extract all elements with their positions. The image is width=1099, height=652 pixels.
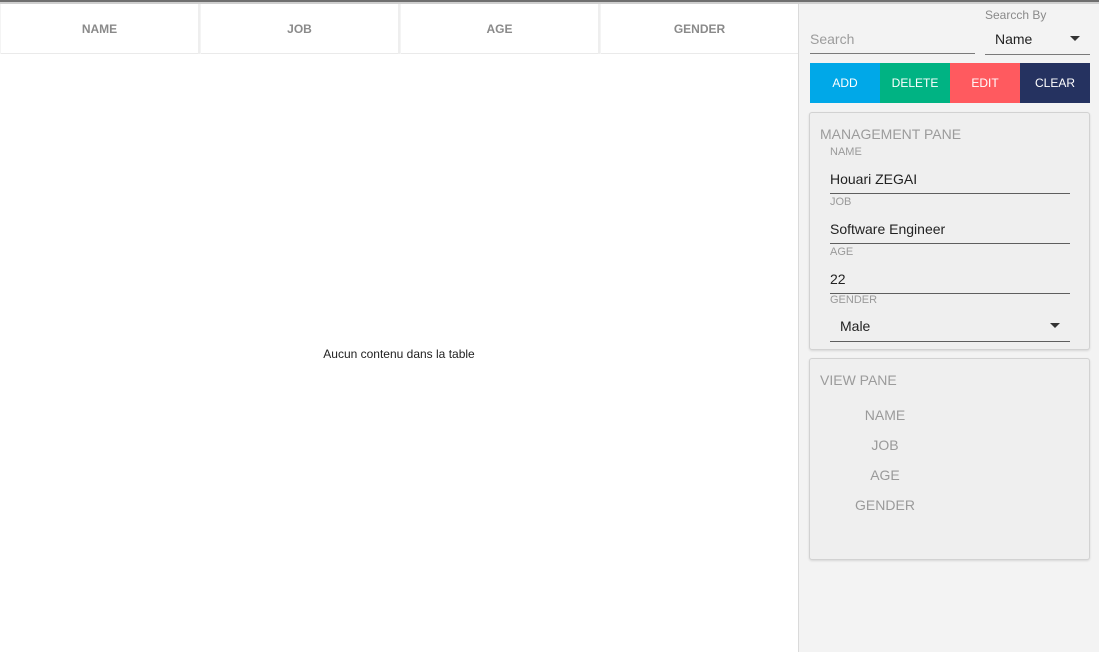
name-field: NAME	[830, 146, 1070, 194]
side-panel: Searcch By Name ADD DELETE EDIT CLEAR MA…	[798, 4, 1099, 652]
management-pane-title: MANAGEMENT PANE	[820, 126, 962, 142]
name-input[interactable]	[830, 165, 1070, 194]
column-header-gender[interactable]: GENDER	[600, 4, 798, 54]
action-buttons: ADD DELETE EDIT CLEAR	[810, 63, 1090, 103]
caret-down-icon	[1050, 323, 1060, 328]
view-name-label: NAME	[864, 407, 906, 423]
edit-button[interactable]: EDIT	[950, 63, 1020, 103]
search-by-select[interactable]: Name	[985, 24, 1090, 55]
view-pane: VIEW PANE NAME JOB AGE GENDER	[809, 358, 1090, 560]
search-input[interactable]	[810, 24, 975, 54]
column-header-name[interactable]: NAME	[0, 4, 200, 54]
table-header: NAME JOB AGE GENDER	[0, 4, 798, 54]
view-job-label: JOB	[871, 437, 899, 453]
column-header-job[interactable]: JOB	[200, 4, 400, 54]
management-pane: MANAGEMENT PANE NAME JOB AGE GENDER Male	[809, 112, 1090, 350]
job-input[interactable]	[830, 215, 1070, 244]
delete-button[interactable]: DELETE	[880, 63, 950, 103]
age-input[interactable]	[830, 265, 1070, 294]
view-gender-label: GENDER	[855, 497, 915, 513]
view-age-label: AGE	[870, 467, 900, 483]
search-by-label: Searcch By	[985, 8, 1047, 22]
clear-button[interactable]: CLEAR	[1020, 63, 1090, 103]
gender-field-label: GENDER	[830, 294, 878, 306]
age-field: AGE	[830, 246, 1070, 294]
view-pane-title: VIEW PANE	[820, 372, 897, 388]
gender-select[interactable]: Male	[830, 311, 1070, 342]
age-field-label: AGE	[830, 246, 854, 258]
column-header-age[interactable]: AGE	[400, 4, 600, 54]
name-field-label: NAME	[830, 146, 862, 158]
people-table: NAME JOB AGE GENDER Aucun contenu dans l…	[0, 4, 798, 652]
empty-table-message: Aucun contenu dans la table	[323, 347, 475, 361]
job-field: JOB	[830, 196, 1070, 244]
search-bar: Searcch By Name	[810, 4, 1090, 56]
caret-down-icon	[1070, 36, 1080, 41]
job-field-label: JOB	[830, 196, 852, 208]
search-by-value: Name	[995, 31, 1033, 47]
gender-value: Male	[840, 318, 871, 334]
gender-field: GENDER Male	[830, 294, 1070, 342]
add-button[interactable]: ADD	[810, 63, 880, 103]
